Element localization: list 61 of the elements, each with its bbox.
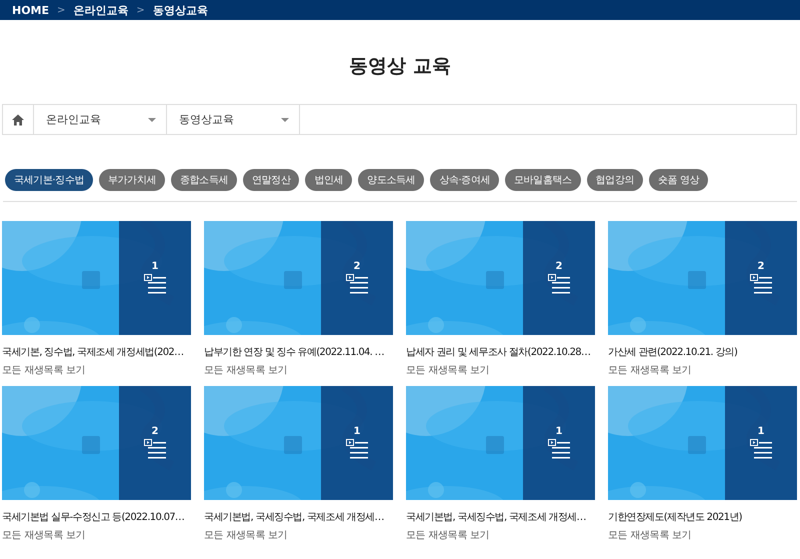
separator-icon: > [57,4,66,16]
playlist-icon [346,438,368,460]
video-thumbnail[interactable]: 2 [406,221,595,335]
video-thumbnail[interactable]: 2 [2,386,191,500]
video-count: 1 [758,426,764,436]
caret-icon [281,118,289,122]
video-count: 1 [556,426,562,436]
breadcrumb-link[interactable]: 동영상교육 [152,2,208,18]
category-tab[interactable]: 종합소득세 [171,169,238,191]
playlist-icon [548,274,570,296]
video-count: 2 [758,260,764,272]
category-tab[interactable]: 양도소득세 [358,169,424,191]
category-tab[interactable]: 연말정산 [243,169,300,191]
separator-icon: > [136,4,145,16]
playlist-link[interactable]: 모든 재생목록 보기 [406,529,490,542]
playlist-icon [750,438,772,460]
playlist-link[interactable]: 모든 재생목록 보기 [2,364,86,377]
video-title[interactable]: 국세기본법 실무-수정신고 등(2022.10.07… [2,511,184,525]
page-title: 동영상 교육 [348,54,452,78]
video-count: 2 [556,260,562,272]
breadcrumb-link[interactable]: HOME [12,4,50,16]
video-count: 2 [354,260,360,272]
caret-icon [148,118,156,122]
breadcrumb-link[interactable]: 온라인교육 [73,2,128,18]
category-tab[interactable]: 숏폼 영상 [649,169,708,191]
video-thumbnail[interactable]: 1 [406,386,595,500]
playlist-link[interactable]: 모든 재생목록 보기 [608,364,692,377]
video-title[interactable]: 가산세 관련(2022.10.21. 강의) [608,346,738,360]
playlist-icon [750,274,772,296]
video-thumbnail[interactable]: 1 [608,386,797,500]
playlist-link[interactable]: 모든 재생목록 보기 [608,529,692,542]
video-title[interactable]: 국세기본법, 국세징수법, 국제조세 개정세… [204,511,384,525]
video-title[interactable]: 국세기본, 징수법, 국제조세 개정세법(202… [2,346,184,360]
category-tab[interactable]: 협업강의 [586,169,644,191]
category-tab[interactable]: 법인세 [305,169,352,191]
playlist-link[interactable]: 모든 재생목록 보기 [406,364,490,377]
video-title[interactable]: 기한연장제도(제작년도 2021년) [608,511,742,525]
category-tab[interactable]: 국세기본·징수법 [5,169,93,191]
playlist-icon [548,438,570,460]
playlist-link[interactable]: 모든 재생목록 보기 [204,529,288,542]
dropdown[interactable]: 온라인교육 [34,105,167,134]
video-thumbnail[interactable]: 1 [204,386,393,500]
dropdown[interactable]: 동영상교육 [167,105,300,134]
video-thumbnail[interactable]: 2 [608,221,797,335]
category-tab[interactable]: 부가가치세 [98,169,165,191]
video-thumbnail[interactable]: 1 [2,221,191,335]
playlist-icon [144,274,166,296]
video-count: 2 [152,426,158,436]
playlist-icon [144,438,166,460]
video-title[interactable]: 납부기한 연장 및 징수 유예(2022.11.04. … [204,346,384,360]
video-thumbnail[interactable]: 2 [204,221,393,335]
playlist-link[interactable]: 모든 재생목록 보기 [2,529,86,542]
playlist-link[interactable]: 모든 재생목록 보기 [204,364,288,377]
video-count: 1 [152,260,158,272]
video-count: 1 [354,426,360,436]
category-tab[interactable]: 모바일홈택스 [505,169,581,191]
playlist-icon [346,274,368,296]
home-icon [12,114,24,126]
video-title[interactable]: 납세자 권리 및 세무조사 절차(2022.10.28… [406,346,590,360]
category-tab[interactable]: 상속·증여세 [430,169,500,191]
video-title[interactable]: 국세기본법, 국세징수법, 국제조세 개정세… [406,511,586,525]
